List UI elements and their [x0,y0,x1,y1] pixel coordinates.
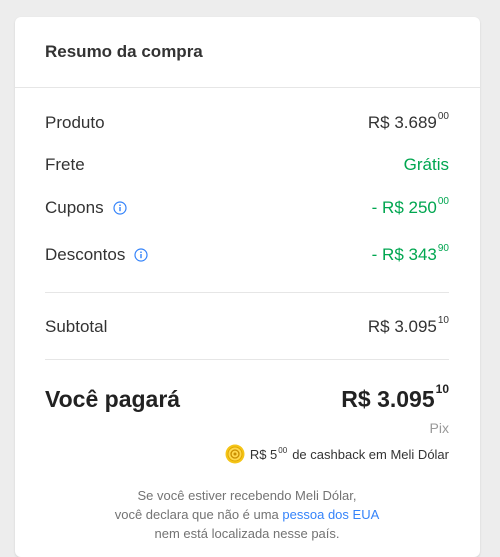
card-title: Resumo da compra [45,42,203,61]
divider [45,292,449,293]
card-body: Produto R$ 3.68900 Frete Grátis Cupons -… [15,110,480,543]
discounts-label-group: Descontos [45,245,148,265]
total-amount-value: R$ 3.095 [341,385,435,412]
discounts-row: Descontos - R$ 34390 [45,242,449,268]
total-amount: R$ 3.09510 [341,382,449,413]
card-header: Resumo da compra [15,17,480,88]
product-amount-cents: 00 [437,111,449,122]
coupons-row: Cupons - R$ 25000 [45,195,449,221]
disclaimer-line: nem está localizada nesse país. [154,526,340,541]
discounts-amount-value: - R$ 343 [371,245,437,264]
purchase-summary-card: Resumo da compra Produto R$ 3.68900 Fret… [15,17,480,557]
cashback-line: R$ 500 de cashback em Meli Dólar [45,444,449,464]
coupons-label: Cupons [45,198,104,217]
disclaimer-line: Se você estiver recebendo Meli Dólar, [137,488,357,503]
disclaimer-line: você declara que não é uma pessoa dos EU… [45,505,449,524]
subtotal-amount-value: R$ 3.095 [367,317,437,336]
payment-method: Pix [429,420,449,436]
coupons-amount: - R$ 25000 [371,196,449,218]
subtotal-row: Subtotal R$ 3.09510 [45,314,449,340]
cashback-amount-cents: 00 [278,445,288,455]
discounts-amount: - R$ 34390 [371,243,449,265]
total-label: Você pagará [45,385,181,412]
product-amount: R$ 3.68900 [367,111,449,133]
product-label: Produto [45,113,105,132]
divider [45,359,449,360]
coupons-amount-cents: 00 [437,196,449,207]
cashback-amount-value: R$ 5 [249,446,278,462]
discounts-amount-cents: 90 [437,243,449,254]
us-person-link[interactable]: pessoa dos EUA [282,507,379,522]
product-amount-value: R$ 3.689 [367,113,437,132]
total-row: Você pagará R$ 3.09510 [45,382,449,414]
subtotal-amount-cents: 10 [437,315,449,326]
shipping-value: Grátis [403,155,449,174]
meli-dolar-coin-icon [225,444,245,464]
product-row: Produto R$ 3.68900 [45,110,449,136]
subtotal-amount: R$ 3.09510 [367,315,449,337]
info-icon[interactable] [134,248,148,262]
coupons-amount-value: - R$ 250 [371,198,437,217]
cashback-amount: R$ 500 [249,445,288,462]
subtotal-label: Subtotal [45,317,108,336]
disclaimer-text: você declara que não é uma [114,507,279,522]
coupons-label-group: Cupons [45,198,127,218]
shipping-row: Frete Grátis [45,152,449,178]
cashback-text: de cashback em Meli Dólar [292,446,449,462]
shipping-label: Frete [45,155,85,174]
discounts-label: Descontos [45,245,126,264]
info-icon[interactable] [113,201,127,215]
meli-dolar-disclaimer: Se você estiver recebendo Meli Dólar, vo… [45,486,449,543]
total-amount-cents: 10 [435,381,449,396]
